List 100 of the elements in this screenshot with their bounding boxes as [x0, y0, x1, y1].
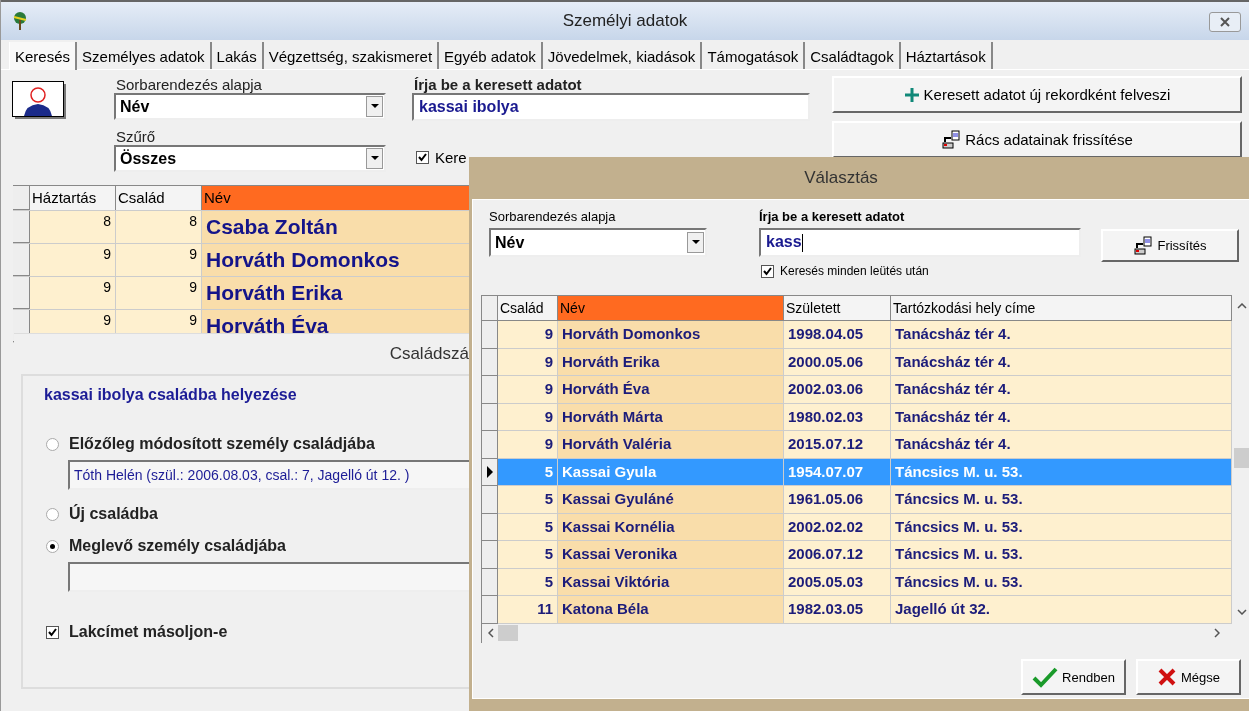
- table-cell: 1998.04.05: [784, 321, 891, 349]
- table-cell: 9: [498, 376, 558, 404]
- table-cell: 5: [498, 458, 558, 486]
- table-cell: 1954.07.07: [784, 458, 891, 486]
- table-cell: 9: [498, 403, 558, 431]
- table-row[interactable]: 9 Horváth Márta 1980.02.03 Tanácsház tér 4.: [482, 403, 1232, 431]
- table-row[interactable]: 5 Kassai Veronika 2006.07.12 Táncsics M. u. 53.: [482, 541, 1232, 569]
- table-row[interactable]: 9 Horváth Domonkos 1998.04.05 Tanácsház tér 4.: [482, 321, 1232, 349]
- table-cell: Táncsics M. u. 53.: [891, 458, 1232, 486]
- cancel-button[interactable]: Mégse: [1136, 659, 1241, 695]
- column-header[interactable]: Család: [498, 296, 558, 321]
- sort-label: Sorbarendezés alapja: [489, 208, 617, 226]
- scroll-right-icon[interactable]: [1214, 628, 1220, 638]
- filter-dropdown[interactable]: Összes: [114, 145, 386, 172]
- table-cell: 2002.03.06: [784, 376, 891, 404]
- document-arrow-icon: [941, 129, 962, 150]
- table-cell: Kassai Gyuláné: [558, 486, 784, 514]
- table-cell: 11: [498, 596, 558, 624]
- table-cell: Horváth Valéria: [558, 431, 784, 459]
- close-icon: [1219, 17, 1231, 27]
- scroll-down-icon[interactable]: [1237, 609, 1247, 615]
- filter-label: Szűrő: [116, 128, 157, 145]
- table-cell: Katona Béla: [558, 596, 784, 624]
- table-cell: 8: [116, 211, 202, 243]
- table-cell: 2006.07.12: [784, 541, 891, 569]
- checkbox[interactable]: [761, 264, 774, 278]
- table-row[interactable]: 11 Katona Béla 1982.03.05 Jagelló út 32.: [482, 596, 1232, 624]
- column-header[interactable]: Tartózkodási hely címe: [891, 296, 1232, 321]
- table-cell: Horváth Erika: [558, 348, 784, 376]
- checkbox-label: Keresés minden leütés után: [780, 264, 929, 278]
- refresh-grid-button[interactable]: Rács adatainak frissítése: [832, 121, 1242, 158]
- checkmark-icon: [1032, 666, 1059, 688]
- table-cell: Táncsics M. u. 53.: [891, 541, 1232, 569]
- table-cell: Táncsics M. u. 53.: [891, 513, 1232, 541]
- table-cell: Kassai Gyula: [558, 458, 784, 486]
- radio-button[interactable]: [46, 437, 59, 451]
- table-cell: Jagelló út 32.: [891, 596, 1232, 624]
- scrollbar-thumb[interactable]: [498, 625, 518, 641]
- table-cell: Tanácsház tér 4.: [891, 321, 1232, 349]
- ok-button[interactable]: Rendben: [1021, 659, 1126, 695]
- table-cell: Kassai Veronika: [558, 541, 784, 569]
- table-cell: 9: [498, 348, 558, 376]
- table-cell: 9: [498, 431, 558, 459]
- radio-button[interactable]: [46, 539, 59, 553]
- column-header[interactable]: Háztartás: [30, 186, 116, 210]
- sort-dropdown[interactable]: Név: [114, 93, 386, 120]
- table-cell: 2015.07.12: [784, 431, 891, 459]
- table-cell: Tanácsház tér 4.: [891, 403, 1232, 431]
- refresh-button[interactable]: Frissítés: [1101, 229, 1239, 262]
- table-row[interactable]: 9 Horváth Erika 2000.05.06 Tanácsház tér 4.: [482, 348, 1232, 376]
- column-header[interactable]: Név: [558, 296, 784, 321]
- dialog-title: Családszá: [389, 344, 469, 364]
- table-row[interactable]: 9 Horváth Valéria 2015.07.12 Tanácsház tér 4.: [482, 431, 1232, 459]
- table-cell: Kassai Viktória: [558, 568, 784, 596]
- table-row[interactable]: 5 Kassai Kornélia 2002.02.02 Táncsics M. u. 53.: [482, 513, 1232, 541]
- search-label: Írja be a keresett adatot: [759, 208, 906, 226]
- person-avatar-icon: [12, 81, 66, 119]
- search-field[interactable]: kassai ibolya: [412, 93, 810, 121]
- table-row[interactable]: 5 Kassai Viktória 2005.05.03 Táncsics M. u. 53.: [482, 568, 1232, 596]
- dialog-title: Választás: [804, 168, 878, 188]
- row-pointer-icon: [486, 465, 493, 478]
- radio-label: Új családba: [69, 505, 158, 523]
- scroll-up-icon[interactable]: [1237, 303, 1247, 309]
- table-cell: 9: [116, 277, 202, 309]
- column-header[interactable]: Született: [784, 296, 891, 321]
- scrollbar-thumb[interactable]: [1234, 448, 1249, 468]
- dialog-heading: kassai ibolya családba helyezése: [44, 386, 298, 404]
- table-cell: 5: [498, 513, 558, 541]
- document-arrow-icon: [1133, 235, 1154, 256]
- tab[interactable]: Keresés: [9, 42, 78, 70]
- close-button[interactable]: [1209, 12, 1241, 32]
- table-cell: Kassai Kornélia: [558, 513, 784, 541]
- table-row[interactable]: 9 Horváth Éva 2002.03.06 Tanácsház tér 4.: [482, 376, 1232, 404]
- table-cell: Horváth Éva: [558, 376, 784, 404]
- table-cell: 2005.05.03: [784, 568, 891, 596]
- table-cell: 1980.02.03: [784, 403, 891, 431]
- sort-dropdown[interactable]: Név: [489, 228, 707, 257]
- scroll-left-icon[interactable]: [488, 628, 494, 638]
- table-cell: Horváth Márta: [558, 403, 784, 431]
- table-cell: Tanácsház tér 4.: [891, 376, 1232, 404]
- row-selector[interactable]: [482, 458, 498, 486]
- table-cell: 5: [498, 568, 558, 596]
- table-cell: 9: [30, 277, 116, 309]
- search-field[interactable]: kass: [759, 228, 1081, 257]
- checkbox-label: Lakcímet másoljon-e: [69, 623, 228, 641]
- table-cell: Tanácsház tér 4.: [891, 431, 1232, 459]
- table-cell: 8: [30, 211, 116, 243]
- sort-label: Sorbarendezés alapja: [116, 76, 263, 93]
- column-header[interactable]: Család: [116, 186, 202, 210]
- checkbox[interactable]: [416, 151, 429, 164]
- table-cell: Tanácsház tér 4.: [891, 348, 1232, 376]
- tree-icon: [11, 11, 29, 31]
- table-cell: 5: [498, 486, 558, 514]
- checkbox-label: Kere: [435, 149, 467, 166]
- radio-label: Meglevő személy családjába: [69, 537, 286, 555]
- plus-icon: [903, 86, 920, 103]
- table-row[interactable]: 5 Kassai Gyuláné 1961.05.06 Táncsics M. u. 53.: [482, 486, 1232, 514]
- checkbox[interactable]: [46, 625, 59, 639]
- radio-button[interactable]: [46, 507, 59, 521]
- add-record-button[interactable]: Keresett adatot új rekordként felveszi: [832, 76, 1242, 113]
